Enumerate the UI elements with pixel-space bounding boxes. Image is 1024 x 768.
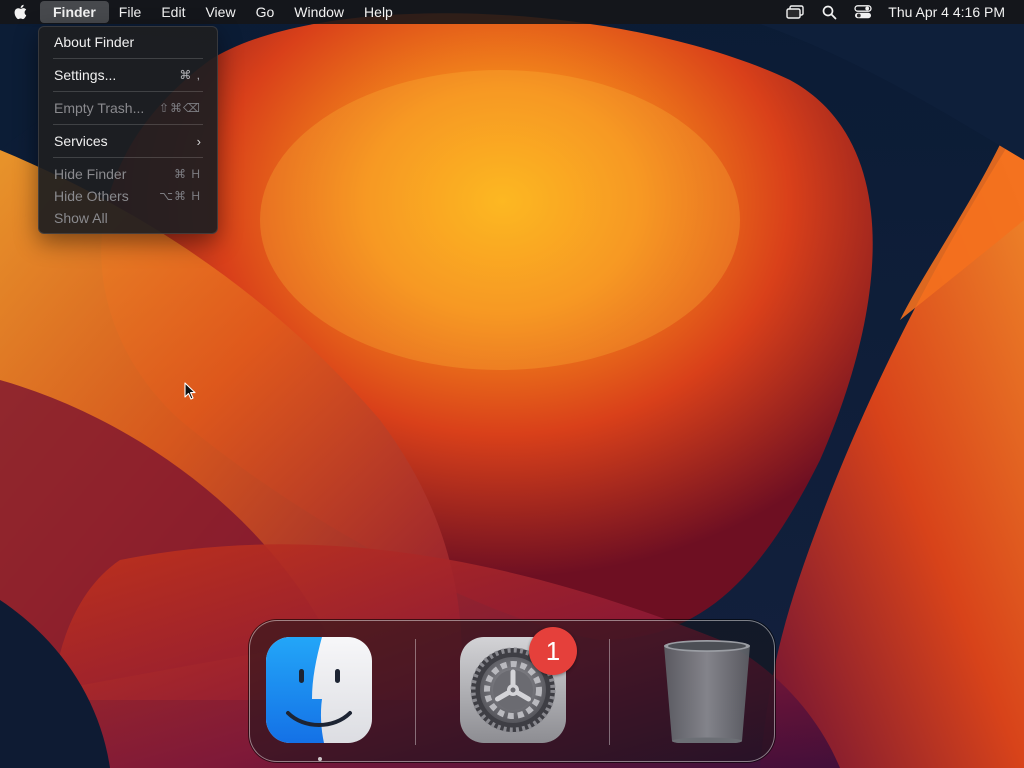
chevron-right-icon: › [196,133,201,149]
menu-separator [53,124,203,125]
dock-divider [415,639,416,745]
shortcut-label: ⌘ H [174,167,201,181]
menu-item-label: Hide Others [54,188,129,204]
dock-trash[interactable] [654,637,760,745]
menu-item-label: Settings... [54,67,117,83]
menu-bar-clock[interactable]: Thu Apr 4 4:16 PM [888,4,1005,20]
menu-item-label: About Finder [54,34,135,50]
shortcut-label: ⇧⌘⌫ [158,101,201,115]
screen-mirroring-icon[interactable] [778,0,812,24]
notification-badge: 1 [529,627,577,675]
menu-file[interactable]: File [109,1,152,23]
mouse-cursor-icon [184,382,196,405]
menu-item-hide-finder: Hide Finder ⌘ H [39,163,217,185]
finder-menu-dropdown: About Finder Settings... ⌘ , Empty Trash… [38,26,218,234]
menu-item-empty-trash: Empty Trash... ⇧⌘⌫ [39,97,217,119]
spotlight-search-icon[interactable] [812,0,846,24]
menu-separator [53,157,203,158]
finder-icon [266,637,372,743]
menu-view[interactable]: View [195,1,245,23]
control-center-icon[interactable] [846,0,880,24]
menu-item-about-finder[interactable]: About Finder [39,31,217,53]
menu-item-label: Empty Trash... [54,100,145,116]
menu-separator [53,91,203,92]
menu-help[interactable]: Help [354,1,403,23]
menu-edit[interactable]: Edit [151,1,195,23]
running-indicator [318,757,322,761]
menu-go[interactable]: Go [246,1,285,23]
dock-divider [609,639,610,745]
shortcut-label: ⌥⌘ H [159,189,201,203]
menu-item-settings[interactable]: Settings... ⌘ , [39,64,217,86]
menu-item-label: Services [54,133,108,149]
shortcut-label: ⌘ , [179,68,201,82]
menu-separator [53,58,203,59]
dock-finder[interactable] [266,637,372,743]
menu-bar: Finder File Edit View Go Window Help Thu… [0,0,1024,24]
menu-window[interactable]: Window [284,1,354,23]
menu-item-hide-others: Hide Others ⌥⌘ H [39,185,217,207]
menu-item-label: Show All [54,210,108,226]
menu-finder[interactable]: Finder [40,1,109,23]
menu-item-label: Hide Finder [54,166,127,182]
menu-item-services[interactable]: Services › [39,130,217,152]
trash-icon [664,640,750,745]
menu-item-show-all: Show All [39,207,217,229]
status-area: Thu Apr 4 4:16 PM [778,0,1024,24]
apple-logo-icon[interactable] [0,0,40,24]
dock: 1 [249,620,775,762]
